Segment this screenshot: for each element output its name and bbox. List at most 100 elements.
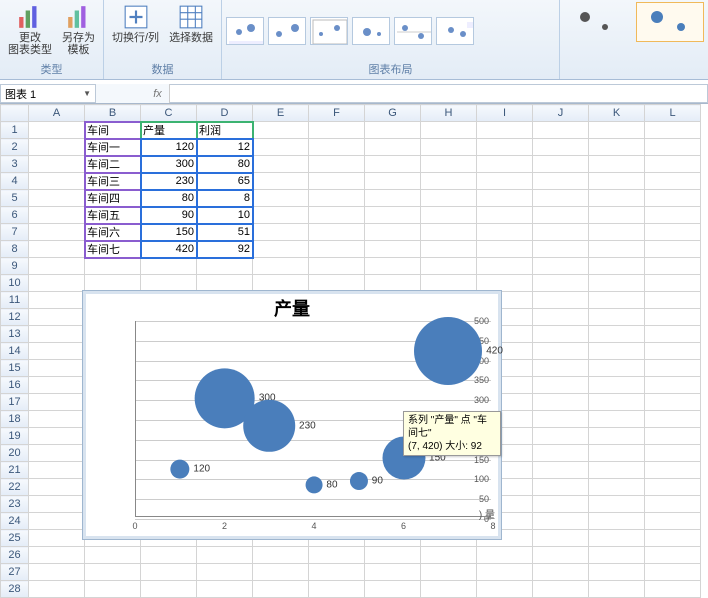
row-header[interactable]: 24	[1, 513, 29, 530]
cell[interactable]: 车间	[85, 122, 141, 139]
cell[interactable]	[421, 547, 477, 564]
cell[interactable]	[365, 547, 421, 564]
row-header[interactable]: 8	[1, 241, 29, 258]
cell[interactable]	[645, 156, 701, 173]
cell[interactable]	[589, 547, 645, 564]
col-header[interactable]: G	[365, 105, 421, 122]
cell[interactable]	[29, 428, 85, 445]
cell[interactable]: 车间三	[85, 173, 141, 190]
row-header[interactable]: 14	[1, 343, 29, 360]
change-chart-type-button[interactable]: 更改 图表类型	[4, 2, 56, 60]
row-header[interactable]: 7	[1, 224, 29, 241]
col-header[interactable]: F	[309, 105, 365, 122]
cell[interactable]	[477, 241, 533, 258]
cell[interactable]	[533, 139, 589, 156]
cell[interactable]	[85, 581, 141, 598]
cell[interactable]	[253, 241, 309, 258]
cell[interactable]	[645, 292, 701, 309]
cell[interactable]	[309, 241, 365, 258]
row-header[interactable]: 27	[1, 564, 29, 581]
cell[interactable]	[365, 581, 421, 598]
cell[interactable]	[253, 224, 309, 241]
cell[interactable]	[645, 241, 701, 258]
cell[interactable]	[29, 513, 85, 530]
cell[interactable]	[29, 530, 85, 547]
col-header[interactable]: C	[141, 105, 197, 122]
cell[interactable]	[309, 547, 365, 564]
cell[interactable]	[29, 122, 85, 139]
cell[interactable]	[253, 207, 309, 224]
cell[interactable]	[533, 377, 589, 394]
switch-row-col-button[interactable]: 切换行/列	[108, 2, 163, 60]
cell[interactable]	[589, 411, 645, 428]
cell[interactable]	[533, 496, 589, 513]
col-header[interactable]: J	[533, 105, 589, 122]
fx-icon[interactable]: fx	[146, 84, 170, 103]
cell[interactable]	[589, 462, 645, 479]
cell[interactable]	[197, 547, 253, 564]
col-header[interactable]: K	[589, 105, 645, 122]
cell[interactable]	[477, 275, 533, 292]
cell[interactable]: 产量	[141, 122, 197, 139]
cell[interactable]	[29, 581, 85, 598]
cell[interactable]	[309, 207, 365, 224]
cell[interactable]	[477, 258, 533, 275]
row-header[interactable]: 16	[1, 377, 29, 394]
cell[interactable]	[29, 377, 85, 394]
cell[interactable]	[533, 207, 589, 224]
cell[interactable]	[365, 122, 421, 139]
cell[interactable]	[421, 173, 477, 190]
cell[interactable]	[533, 564, 589, 581]
bubble-point[interactable]	[170, 460, 189, 479]
cell[interactable]	[85, 564, 141, 581]
cell[interactable]	[29, 411, 85, 428]
cell[interactable]: 90	[141, 207, 197, 224]
cell[interactable]: 300	[141, 156, 197, 173]
formula-input[interactable]	[170, 84, 708, 103]
cell[interactable]	[29, 275, 85, 292]
cell[interactable]	[645, 445, 701, 462]
cell[interactable]	[589, 564, 645, 581]
cell[interactable]	[29, 547, 85, 564]
cell[interactable]	[309, 173, 365, 190]
cell[interactable]	[141, 275, 197, 292]
cell[interactable]	[421, 241, 477, 258]
cell[interactable]	[645, 224, 701, 241]
cell[interactable]	[29, 207, 85, 224]
cell[interactable]	[645, 190, 701, 207]
bubble-point[interactable]	[243, 400, 295, 452]
cell[interactable]	[533, 462, 589, 479]
cell[interactable]	[533, 513, 589, 530]
cell[interactable]	[589, 394, 645, 411]
row-header[interactable]: 5	[1, 190, 29, 207]
cell[interactable]	[477, 224, 533, 241]
row-header[interactable]: 1	[1, 122, 29, 139]
cell[interactable]	[365, 224, 421, 241]
cell[interactable]	[589, 275, 645, 292]
cell[interactable]	[253, 156, 309, 173]
row-header[interactable]: 15	[1, 360, 29, 377]
cell[interactable]	[421, 122, 477, 139]
col-header[interactable]: L	[645, 105, 701, 122]
cell[interactable]	[533, 309, 589, 326]
row-header[interactable]: 4	[1, 173, 29, 190]
cell[interactable]	[533, 292, 589, 309]
embedded-chart[interactable]: 产量 0501001502002503003504004505000246812…	[82, 290, 502, 540]
cell[interactable]	[589, 122, 645, 139]
cell[interactable]: 51	[197, 224, 253, 241]
cell[interactable]	[589, 258, 645, 275]
cell[interactable]	[533, 360, 589, 377]
cell[interactable]	[29, 309, 85, 326]
cell[interactable]: 65	[197, 173, 253, 190]
cell[interactable]	[533, 411, 589, 428]
cell[interactable]: 车间二	[85, 156, 141, 173]
cell[interactable]	[309, 156, 365, 173]
cell[interactable]	[421, 190, 477, 207]
cell[interactable]	[253, 564, 309, 581]
cell[interactable]	[533, 547, 589, 564]
cell[interactable]	[29, 173, 85, 190]
cell[interactable]	[589, 139, 645, 156]
cell[interactable]	[533, 156, 589, 173]
cell[interactable]: 230	[141, 173, 197, 190]
bubble-point[interactable]	[306, 477, 323, 494]
